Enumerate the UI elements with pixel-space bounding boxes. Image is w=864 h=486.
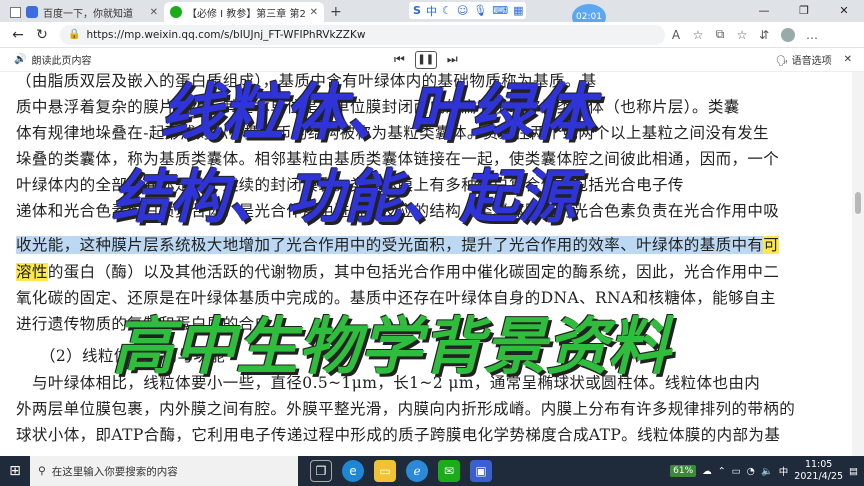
voice-options-label: 语音选项 [791, 56, 832, 67]
taskbar-search[interactable]: ⚲ 在这里输入你要搜索的内容 [30, 456, 298, 486]
folder-icon[interactable]: ▭ [374, 460, 396, 482]
sogou-icon: S [413, 4, 421, 17]
ie-icon[interactable]: ℯ [406, 460, 428, 482]
display-icon[interactable]: ▭ [732, 466, 741, 477]
new-tab-icon[interactable]: + [330, 4, 342, 20]
article-line: 收光能，这种膜片层系统极大地增加了光合作用中的受光面积，提升了光合作用的效率、叶… [16, 233, 780, 255]
notification-icon[interactable]: ▤ [849, 466, 858, 477]
mic-icon: 🎙 [473, 4, 488, 17]
moon-icon: ☾ [441, 4, 452, 17]
article-line: 球状小体，即ATP合酶，它利用电子传递过程中形成的质子跨膜电化学势梯度合成ATP… [16, 423, 780, 445]
highlight-current-word: 可 [763, 236, 780, 254]
network-icon[interactable]: ◔ [747, 466, 755, 477]
voice-options-button[interactable]: 🗣 语音选项 [776, 52, 832, 67]
refresh-icon[interactable]: ↻ [30, 27, 54, 43]
wechat-icon[interactable]: ✉ [438, 460, 460, 482]
scrollbar[interactable] [852, 72, 864, 456]
favorite-star-icon[interactable]: ☆ [687, 28, 709, 42]
article-line: 外两层单位膜包裹，内外膜之间有腔。外膜平整光滑，内膜向内折形成嵴。内膜上分布有许… [16, 397, 795, 419]
close-tab-icon[interactable]: ✕ [310, 7, 318, 18]
ime-mode-label: 中 [425, 4, 437, 18]
close-reader-icon[interactable]: ✕ [844, 54, 852, 65]
extensions-icon[interactable]: ⧉ [709, 27, 731, 42]
shirt-icon: ▦ [513, 4, 524, 17]
back-icon[interactable]: ← [6, 27, 30, 43]
edge-icon[interactable]: e [342, 460, 364, 482]
scrollbar-thumb[interactable] [855, 192, 861, 214]
avatar[interactable] [781, 27, 795, 42]
app-icon[interactable]: ▣ [470, 460, 492, 482]
highlight-current-word: 溶性 [16, 263, 48, 281]
speaker-icon: 🔊 [14, 54, 27, 65]
url-text: https://mp.weixin.qq.com/s/bIUJnj_FT-WFI… [86, 28, 366, 41]
window-controls: — ❐ ✕ [744, 0, 864, 22]
read-aloud-label: 朗读此页内容 [31, 56, 92, 67]
search-icon: ⚲ [38, 465, 46, 477]
article-text: 外两层单位膜包裹，内外膜之间有腔。外膜平整光滑，内膜向内折形成嵴。内膜上分布有许… [16, 400, 796, 418]
clock-time: 11:05 [804, 459, 833, 470]
maximize-icon[interactable]: ❐ [784, 0, 824, 22]
address-bar: ← ↻ 🔒 https://mp.weixin.qq.com/s/bIUJnj_… [0, 22, 864, 48]
task-view-icon[interactable]: ❐ [310, 460, 332, 482]
read-aloud-icon[interactable]: A [665, 28, 687, 42]
emoji-icon: ☺ [456, 4, 469, 17]
article-text: 的蛋白（酶）以及其他活跃的代谢物质，其中包括光合作用中催化碳固定的酶系统，因此，… [47, 263, 780, 281]
keyboard-icon: ⌨ [492, 4, 509, 17]
url-field[interactable]: 🔒 https://mp.weixin.qq.com/s/bIUJnj_FT-W… [60, 24, 665, 45]
clock-date: 2021/4/25 [794, 471, 844, 482]
overlay-title-2: 结构、功能、起源 [112, 163, 577, 231]
chevron-up-icon[interactable]: ⌃ [718, 466, 726, 477]
baidu-favicon-icon [26, 6, 38, 18]
volume-icon[interactable]: 🔈 [761, 466, 773, 477]
close-tab-icon[interactable]: ✕ [150, 7, 158, 18]
taskbar: ⊞ ⚲ 在这里输入你要搜索的内容 ❐ e ▭ ℯ ✉ ▣ 61% ☁ ⌃ ▭ ◔… [0, 456, 864, 486]
window-icon [10, 6, 21, 18]
clock[interactable]: 11:05 2021/4/25 [794, 459, 843, 483]
collections-icon[interactable]: ☆ [731, 28, 753, 42]
cloud-icon[interactable]: ☁ [702, 466, 712, 477]
more-icon[interactable]: … [801, 28, 823, 42]
tab-weixin[interactable]: 【必修 I 教参】第三章 第2节 细 ✕ [164, 2, 324, 22]
overlay-title-3: 高中生物学背景资料 [112, 310, 671, 383]
battery-indicator[interactable]: 61% [670, 465, 697, 477]
minimize-icon[interactable]: — [744, 0, 784, 22]
highlight-read-text: 收光能，这种膜片层系统极大地增加了光合作用中的受光面积，提升了光合作用的效率、叶… [16, 236, 764, 254]
tab-baidu[interactable]: 百度一下，你就知道 ✕ [4, 2, 164, 22]
article-text: 球状小体，即ATP合酶，它利用电子传递过程中形成的质子跨膜电化学势梯度合成ATP… [16, 426, 781, 444]
close-window-icon[interactable]: ✕ [824, 0, 864, 22]
tab-title: 百度一下，你就知道 [43, 8, 133, 20]
tab-title: 【必修 I 教参】第三章 第2节 细 [187, 8, 305, 20]
voice-icon: 🗣 [775, 56, 789, 67]
article-line: 溶性的蛋白（酶）以及其他活跃的代谢物质，其中包括光合作用中催化碳固定的酶系统，因… [16, 260, 779, 282]
wechat-favicon-icon [170, 6, 182, 18]
ime-toolbar[interactable]: S 中 ☾ ☺ 🎙 ⌨ ▦ [409, 2, 526, 19]
search-placeholder: 在这里输入你要搜索的内容 [51, 465, 178, 478]
windows-start-icon[interactable]: ⊞ [0, 463, 30, 479]
input-method-icon[interactable]: 中 [779, 464, 789, 478]
lock-icon: 🔒 [68, 29, 81, 40]
overlay-title-1: 线粒体、叶绿体 [160, 76, 595, 149]
profile-sync-icon[interactable]: ⇵ [753, 28, 775, 42]
